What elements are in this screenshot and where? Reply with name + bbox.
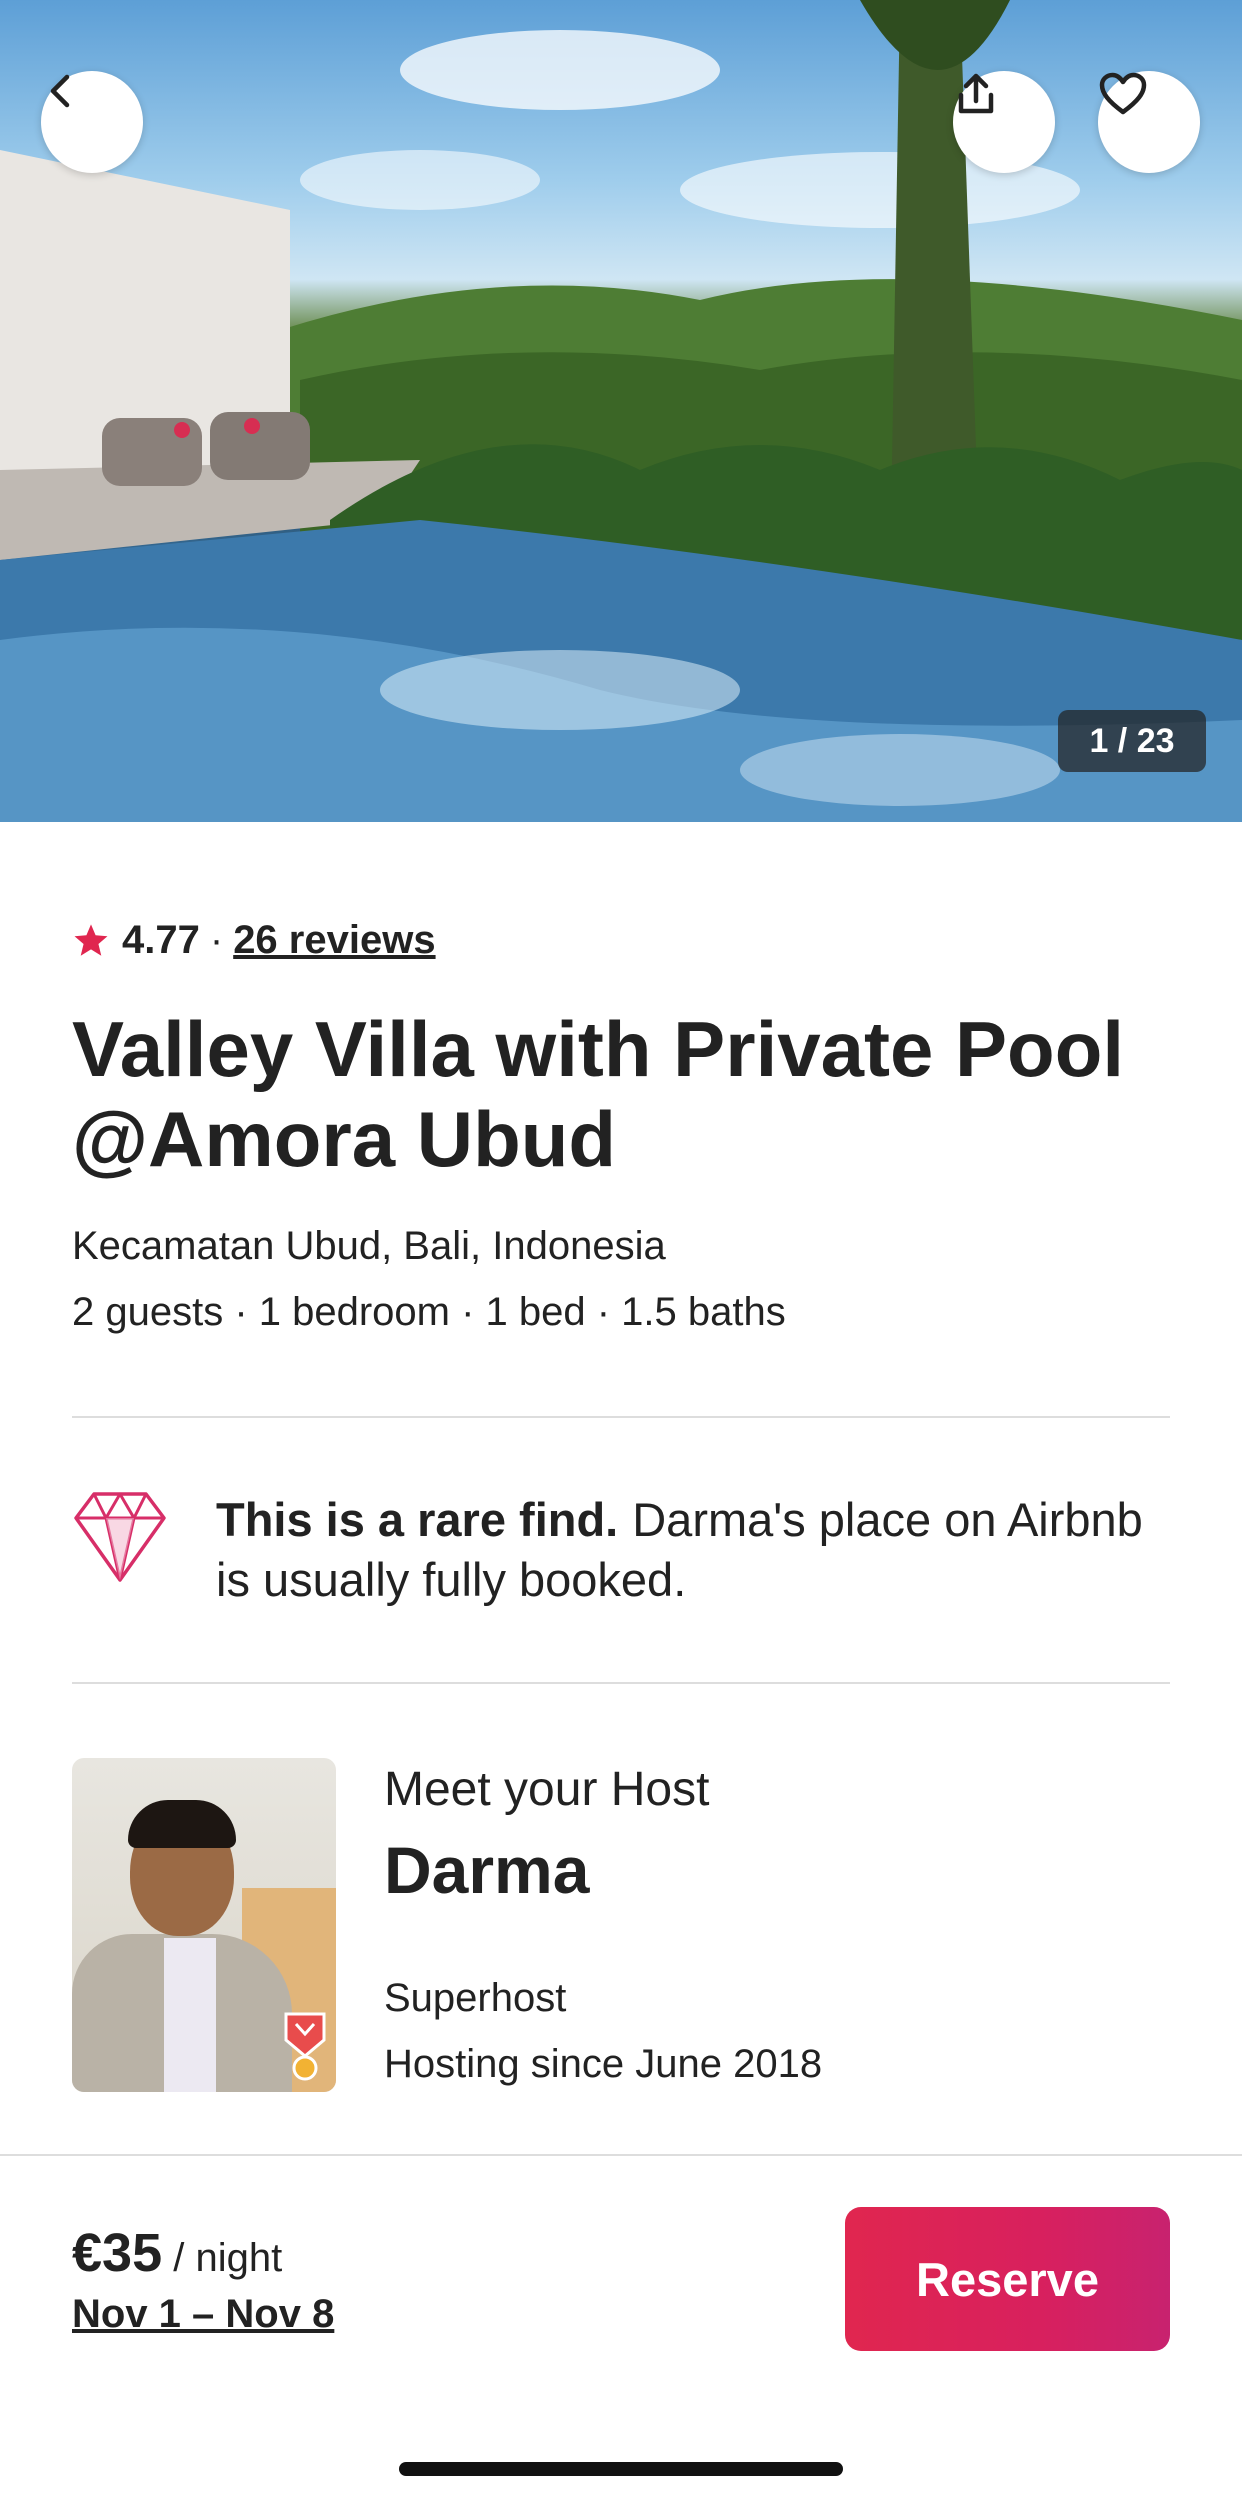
share-button[interactable] [953,71,1055,173]
host-avatar[interactable] [72,1758,336,2092]
price-line: €35 / night [72,2222,282,2284]
per-night-label: / night [173,2236,283,2280]
diamond-icon [74,1492,166,1582]
date-range-link[interactable]: Nov 1 – Nov 8 [72,2292,334,2337]
rating-row: 4.77 · 26 reviews [72,918,436,963]
reserve-button[interactable]: Reserve [845,2207,1170,2351]
superhost-badge-icon [284,2012,326,2081]
meet-host-label: Meet your Host [384,1763,710,1816]
pool-scene-image [0,0,1242,822]
save-button[interactable] [1098,71,1200,173]
home-indicator [399,2462,843,2476]
rating-score: 4.77 [122,918,200,962]
divider [72,1416,1170,1418]
back-button[interactable] [41,71,143,173]
booking-bar: €35 / night Nov 1 – Nov 8 Reserve [0,2154,1242,2497]
listing-title: Valley Villa with Private Pool @Amora Ub… [72,1005,1125,1183]
reviews-link[interactable]: 26 reviews [233,918,435,963]
nightly-price: €35 [72,2223,163,2283]
photo-counter: 1 / 23 [1058,710,1206,772]
host-status: Superhost [384,1976,567,2020]
divider [72,1682,1170,1684]
rare-find-headline: This is a rare find. [216,1493,619,1546]
rare-find-banner: This is a rare find. Darma's place on Air… [72,1490,1170,1610]
listing-location: Kecamatan Ubud, Bali, Indonesia [72,1224,666,1268]
hosting-since: Hosting since June 2018 [384,2042,823,2086]
listing-photo[interactable]: 1 / 23 [0,0,1242,822]
heart-icon [1099,72,1147,115]
host-shirt [164,1938,216,2092]
share-icon [958,73,994,114]
host-hair [128,1800,236,1848]
star-icon [74,923,108,956]
chevron-left-icon [50,74,70,108]
listing-specs: 2 guests · 1 bedroom · 1 bed · 1.5 baths [72,1290,786,1334]
host-name[interactable]: Darma [384,1832,589,1908]
separator: · [209,918,224,962]
